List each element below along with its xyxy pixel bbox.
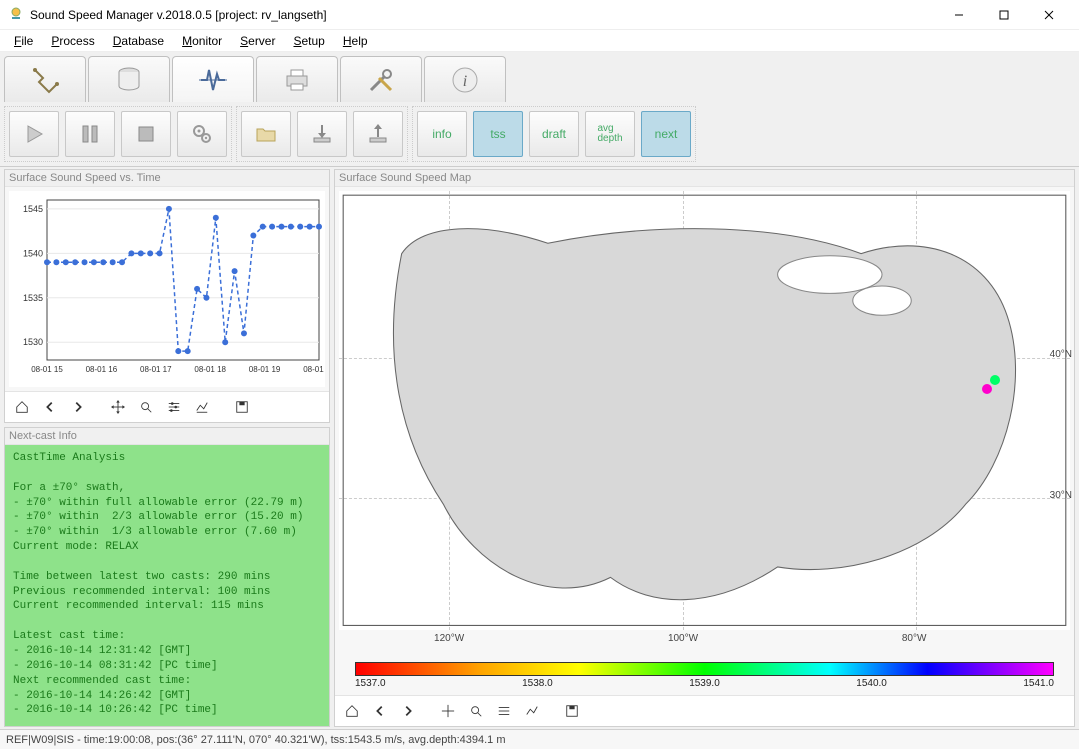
window-title: Sound Speed Manager v.2018.0.5 [project:…	[30, 8, 936, 22]
map-panel-title: Surface Sound Speed Map	[335, 170, 1074, 187]
pan-icon[interactable]	[105, 396, 131, 418]
svg-text:1545: 1545	[23, 204, 43, 214]
menu-file[interactable]: File	[6, 32, 41, 50]
menu-server[interactable]: Server	[232, 32, 283, 50]
cb-tick-2: 1539.0	[689, 678, 720, 689]
save-icon[interactable]	[229, 396, 255, 418]
menubar: File Process Database Monitor Server Set…	[0, 30, 1079, 52]
map-home-icon[interactable]	[339, 700, 365, 722]
chart-panel-title: Surface Sound Speed vs. Time	[5, 170, 329, 187]
tab-profile[interactable]	[4, 56, 86, 102]
menu-process[interactable]: Process	[43, 32, 102, 50]
cb-tick-4: 1541.0	[1023, 678, 1054, 689]
svg-text:08-01 19: 08-01 19	[249, 365, 281, 374]
window-controls	[936, 0, 1071, 30]
cb-tick-3: 1540.0	[856, 678, 887, 689]
nextcast-text: CastTime Analysis For a ±70° swath, - ±7…	[5, 445, 329, 726]
toolbar-panel: info tss draft avg depth next	[0, 102, 1079, 167]
draft-view-button[interactable]: draft	[529, 111, 579, 157]
app-icon	[8, 7, 24, 23]
tab-print[interactable]	[256, 56, 338, 102]
tab-info[interactable]: i	[424, 56, 506, 102]
svg-text:08-01 15: 08-01 15	[31, 365, 63, 374]
map-sliders-icon[interactable]	[491, 700, 517, 722]
tab-monitor[interactable]	[172, 56, 254, 102]
open-button[interactable]	[241, 111, 291, 157]
lon-label-120w: 120°W	[434, 633, 464, 644]
map-pan-icon[interactable]	[435, 700, 461, 722]
svg-text:08-01 20: 08-01 20	[303, 365, 325, 374]
export-button[interactable]	[353, 111, 403, 157]
play-button[interactable]	[9, 111, 59, 157]
playback-group	[4, 106, 232, 162]
cb-tick-0: 1537.0	[355, 678, 386, 689]
pause-button[interactable]	[65, 111, 115, 157]
import-button[interactable]	[297, 111, 347, 157]
ssp-chart[interactable]: 1530 1535 1540 1545 08-01 15 08-01 16 08-01 1…	[9, 191, 325, 387]
map-panel: Surface Sound Speed Map 40°N 30°N	[334, 169, 1075, 727]
svg-text:1530: 1530	[23, 337, 43, 347]
avgdepth-view-button[interactable]: avg depth	[585, 111, 635, 157]
cb-tick-1: 1538.0	[522, 678, 553, 689]
lon-label-80w: 80°W	[902, 633, 927, 644]
back-icon[interactable]	[37, 396, 63, 418]
next-view-button[interactable]: next	[641, 111, 691, 157]
minimize-button[interactable]	[936, 0, 981, 30]
info-view-button[interactable]: info	[417, 111, 467, 157]
content-area: Surface Sound Speed vs. Time 1530 1535 154…	[0, 167, 1079, 729]
status-bar: REF|W09|SIS - time:19:00:08, pos:(36° 27…	[0, 729, 1079, 749]
nextcast-panel: Next-cast Info CastTime Analysis For a ±…	[4, 427, 330, 727]
tab-database[interactable]	[88, 56, 170, 102]
lon-label-100w: 100°W	[668, 633, 698, 644]
svg-text:08-01 17: 08-01 17	[140, 365, 172, 374]
chart-toolbar	[5, 391, 329, 422]
map-chart-edit-icon[interactable]	[519, 700, 545, 722]
menu-database[interactable]: Database	[105, 32, 172, 50]
titlebar: Sound Speed Manager v.2018.0.5 [project:…	[0, 0, 1079, 30]
lat-label-30n: 30°N	[1050, 490, 1072, 501]
stop-button[interactable]	[121, 111, 171, 157]
main-tab-row: i	[0, 52, 1079, 102]
maximize-button[interactable]	[981, 0, 1026, 30]
map-back-icon[interactable]	[367, 700, 393, 722]
forward-icon[interactable]	[65, 396, 91, 418]
colorbar	[355, 662, 1054, 676]
settings-button[interactable]	[177, 111, 227, 157]
nextcast-panel-title: Next-cast Info	[5, 428, 329, 445]
view-group: info tss draft avg depth next	[412, 106, 696, 162]
svg-text:08-01 18: 08-01 18	[194, 365, 226, 374]
lat-label-40n: 40°N	[1050, 349, 1072, 360]
map-zoom-icon[interactable]	[463, 700, 489, 722]
home-icon[interactable]	[9, 396, 35, 418]
tab-tools[interactable]	[340, 56, 422, 102]
us-outline	[339, 191, 1070, 630]
menu-setup[interactable]: Setup	[285, 32, 332, 50]
map-forward-icon[interactable]	[395, 700, 421, 722]
tss-view-button[interactable]: tss	[473, 111, 523, 157]
map-toolbar	[335, 695, 1074, 726]
left-column: Surface Sound Speed vs. Time 1530 1535 154…	[4, 169, 330, 727]
svg-text:i: i	[463, 73, 467, 90]
map-canvas[interactable]: 40°N 30°N 120°W 100°W 80°W	[339, 191, 1070, 630]
cast-marker-1	[990, 375, 1000, 385]
chart-edit-icon[interactable]	[189, 396, 215, 418]
close-button[interactable]	[1026, 0, 1071, 30]
map-save-icon[interactable]	[559, 700, 585, 722]
svg-text:1540: 1540	[23, 248, 43, 258]
io-group	[236, 106, 408, 162]
zoom-icon[interactable]	[133, 396, 159, 418]
svg-text:1535: 1535	[23, 293, 43, 303]
menu-monitor[interactable]: Monitor	[174, 32, 230, 50]
menu-help[interactable]: Help	[335, 32, 376, 50]
status-text: REF|W09|SIS - time:19:00:08, pos:(36° 27…	[6, 734, 506, 746]
colorbar-ticks: 1537.0 1538.0 1539.0 1540.0 1541.0	[335, 678, 1074, 695]
chart-panel: Surface Sound Speed vs. Time 1530 1535 154…	[4, 169, 330, 423]
svg-text:08-01 16: 08-01 16	[86, 365, 118, 374]
sliders-icon[interactable]	[161, 396, 187, 418]
